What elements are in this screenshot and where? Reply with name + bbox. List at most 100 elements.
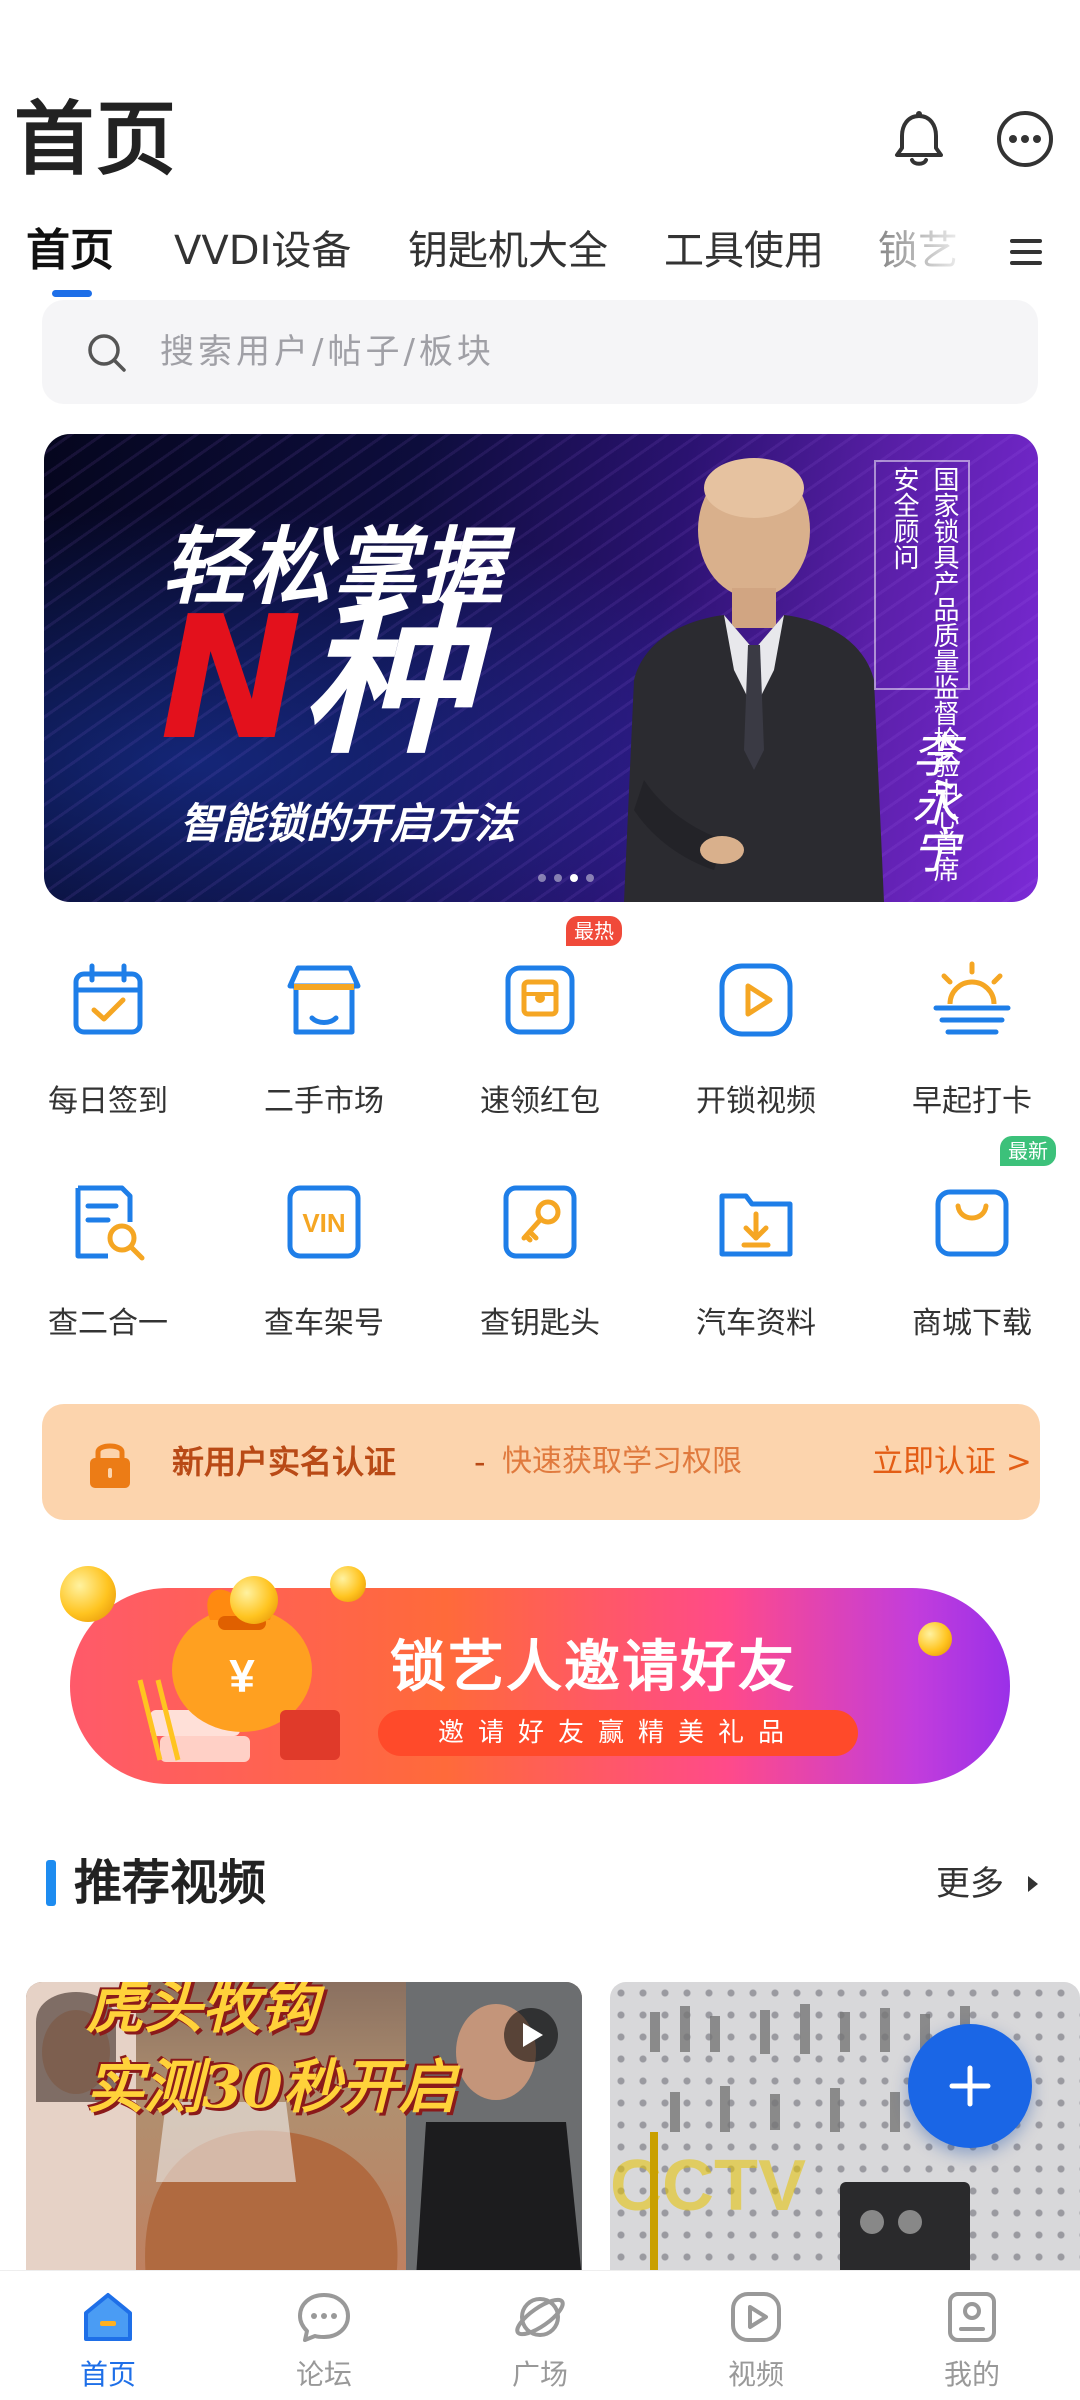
banner-subtitle: 智能锁的开启方法 [180,799,517,848]
plus-icon [949,2065,991,2107]
verify-now-link[interactable]: 立即认证 > [872,1434,1032,1490]
active-tab-indicator [52,290,92,297]
chevron-right-icon[interactable] [1026,1874,1040,1894]
document-search-icon [75,1185,145,1261]
verify-title: 新用户实名认证 [172,1443,397,1481]
search-input[interactable] [160,320,960,384]
video-caption-line1: 虎头牧钩 [86,1982,319,2041]
action-label: 汽车资料 [696,1306,816,1341]
action-label: 开锁视频 [696,1084,816,1119]
folder-download-icon [719,1193,793,1257]
section-accent-bar [46,1860,56,1906]
nav-label: 视频 [727,2358,784,2391]
more-link[interactable]: 更多 [936,1858,1004,1910]
video-caption-line2: 实测30秒开启 [86,2053,457,2121]
carousel-dot[interactable] [586,874,594,882]
banner-big-text: N种 [160,584,472,774]
action-label: 速领红包 [480,1084,600,1119]
action-red-envelope[interactable]: 速领红包 最热 [440,916,640,1140]
new-badge: 最新 [1000,1136,1056,1166]
banner-big-n: N [160,580,303,778]
verification-banner[interactable]: 新用户实名认证 - 快速获取学习权限 立即认证 > [42,1404,1040,1520]
nav-forum[interactable]: 论坛 [216,2271,432,2400]
page-title: 首页 [14,93,178,186]
action-mall-download[interactable]: 商城下载 最新 [872,1136,1072,1362]
video-card[interactable]: 虎头牧钩 实测30秒开启 [26,1982,582,2278]
forum-icon [298,2293,350,2342]
tab-fade-overlay [880,210,990,290]
action-daily-checkin[interactable]: 每日签到 [8,940,208,1140]
banner-big-word: 种 [302,580,473,778]
nav-square[interactable]: 广场 [432,2271,648,2400]
nav-home[interactable]: 首页 [0,2271,216,2400]
action-two-in-one-lookup[interactable]: 查二合一 [8,1162,208,1362]
nav-label: 首页 [79,2358,136,2391]
section-title: 推荐视频 [74,1855,267,1911]
shopping-bag-icon [935,1189,1009,1257]
play-icon[interactable] [504,2008,558,2062]
carousel-dot[interactable] [538,874,546,882]
carousel-dot[interactable] [554,874,562,882]
search-bar[interactable] [42,300,1038,404]
action-car-data[interactable]: 汽车资料 [656,1162,856,1362]
action-label: 二手市场 [264,1084,384,1119]
nav-profile[interactable]: 我的 [864,2271,1080,2400]
banner-signature: 李永宁 [903,730,959,874]
header: 首页 [0,0,1080,200]
menu-icon[interactable] [1006,232,1046,272]
cctv-watermark: CCTV [610,2146,806,2226]
nav-label: 论坛 [295,2358,352,2391]
lock-icon [90,1443,130,1488]
action-label: 商城下载 [912,1306,1032,1341]
calendar-check-icon [73,963,143,1035]
vin-icon: VIN [287,1185,361,1259]
tab-tool-usage[interactable]: 工具使用 [664,216,824,286]
coin-decoration [60,1566,116,1622]
tab-vvdi[interactable]: VVDI设备 [174,216,351,286]
more-icon[interactable] [994,108,1056,170]
nav-label: 我的 [943,2358,1000,2391]
play-triangle-icon [523,2023,543,2047]
bottom-navigation: 首页 论坛 广场 视频 我的 [0,2270,1080,2400]
quick-actions-grid: 每日签到 二手市场 速领红包 最热 开锁视频 早起打卡 查二合一 VIN 查车架… [0,916,1080,1362]
action-vin-lookup[interactable]: VIN 查车架号 [224,1162,424,1362]
svg-text:¥: ¥ [229,1650,255,1702]
red-envelope-icon [505,965,575,1035]
action-early-checkin[interactable]: 早起打卡 [872,940,1072,1140]
search-icon [88,334,126,372]
svg-text:VIN: VIN [302,1208,345,1238]
tab-home[interactable]: 首页 [26,216,114,286]
carousel-dot-active[interactable] [570,874,578,882]
action-second-hand-market[interactable]: 二手市场 [224,940,424,1140]
video-icon [731,2292,781,2342]
verify-description: 快速获取学习权限 [502,1444,742,1479]
shop-icon [287,965,361,1035]
promo-banner[interactable]: 轻松掌握 N种 智能锁的开启方法 国家锁具产品质量监督检验中心首席安全顾问 李永… [44,434,1038,902]
carousel-dots [538,874,618,884]
action-label: 查车架号 [264,1306,384,1341]
nav-label: 广场 [511,2358,568,2391]
nav-video[interactable]: 视频 [648,2271,864,2400]
invite-subtitle: 邀请好友赢精美礼品 [437,1718,798,1748]
profile-icon [948,2292,996,2342]
key-icon [503,1185,577,1259]
coin-decoration [230,1576,278,1624]
tab-key-machines[interactable]: 钥匙机大全 [408,216,608,286]
action-key-head-lookup[interactable]: 查钥匙头 [440,1162,640,1362]
coin-decoration [330,1566,366,1602]
action-label: 每日签到 [48,1084,168,1119]
action-label: 查二合一 [48,1306,168,1341]
bell-icon[interactable] [888,108,950,170]
action-label: 早起打卡 [912,1084,1032,1119]
invite-friends-banner[interactable]: ¥ 锁艺人邀请好友 邀请好友赢精美礼品 [60,1540,1020,1790]
action-label: 查钥匙头 [480,1306,600,1341]
video-play-icon [719,963,793,1037]
presenter-image [624,458,884,902]
sunrise-icon [933,961,1011,1035]
planet-icon [515,2297,565,2337]
verify-separator: - [474,1443,486,1481]
invite-title: 锁艺人邀请好友 [390,1635,796,1700]
create-post-button[interactable] [908,2024,1032,2148]
home-icon [84,2293,132,2341]
action-unlock-video[interactable]: 开锁视频 [656,940,856,1140]
